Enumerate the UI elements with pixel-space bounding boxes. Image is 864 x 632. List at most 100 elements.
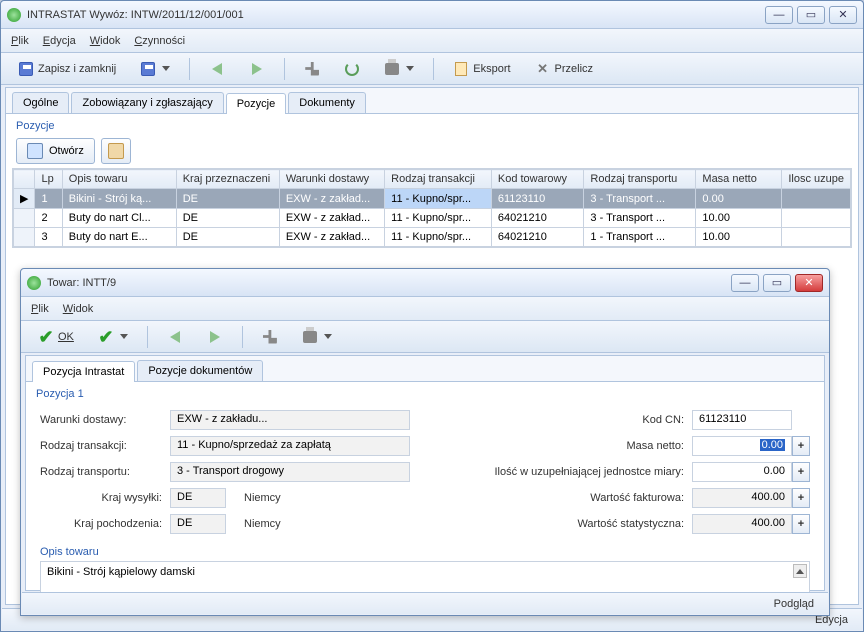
- sub-titlebar[interactable]: Towar: INTT/9 — ▭ ✕: [21, 269, 829, 297]
- grid[interactable]: Lp Opis towaru Kraj przeznaczeni Warunki…: [12, 168, 852, 248]
- open-row-button[interactable]: Otwórz: [16, 138, 95, 164]
- val-masa[interactable]: 0.00: [692, 436, 792, 456]
- main-title: INTRASTAT Wywóz: INTW/2011/12/001/001: [27, 9, 244, 21]
- col-masa[interactable]: Masa netto: [696, 170, 782, 189]
- lbl-rodzaj-transportu: Rodzaj transportu:: [40, 466, 170, 478]
- lbl-faktur: Wartość fakturowa:: [482, 492, 692, 504]
- sub-menu-widok[interactable]: Widok: [63, 303, 94, 315]
- masa-plus-button[interactable]: +: [792, 436, 810, 456]
- ok-dropdown[interactable]: ✔: [89, 325, 137, 349]
- eksport-label: Eksport: [473, 63, 510, 75]
- val-warunki[interactable]: EXW - z zakładu...: [170, 410, 410, 430]
- ilosc-plus-button[interactable]: +: [792, 462, 810, 482]
- open-icon: [27, 143, 43, 159]
- sub-tabs: Pozycja Intrastat Pozycje dokumentów: [26, 356, 824, 382]
- sub-nav-prev[interactable]: [158, 325, 192, 349]
- val-rodzaj-transportu[interactable]: 3 - Transport drogowy: [170, 462, 410, 482]
- note-icon: [108, 143, 124, 159]
- tab-ogolne[interactable]: Ogólne: [12, 92, 69, 113]
- val-stat[interactable]: 400.00: [692, 514, 792, 534]
- lbl-masa: Masa netto:: [482, 440, 692, 452]
- lbl-kraj-wysylki: Kraj wysyłki:: [40, 492, 170, 504]
- sub-print[interactable]: [293, 325, 341, 349]
- disk-icon: [18, 61, 34, 77]
- col-transport[interactable]: Rodzaj transportu: [584, 170, 696, 189]
- ok-button[interactable]: ✔ OK: [29, 325, 83, 349]
- przelicz-label: Przelicz: [555, 63, 594, 75]
- table-row[interactable]: 3Buty do nart E...DEEXW - z zakład...11 …: [14, 228, 851, 247]
- col-lp[interactable]: Lp: [35, 170, 62, 189]
- val-kraj-wysylki-code[interactable]: DE: [170, 488, 226, 508]
- main-titlebar[interactable]: INTRASTAT Wywóz: INTW/2011/12/001/001 — …: [1, 1, 863, 29]
- lbl-warunki: Warunki dostawy:: [40, 414, 170, 426]
- tab-zobowiazany[interactable]: Zobowiązany i zgłaszający: [71, 92, 223, 113]
- main-toolbar: Zapisz i zamknij Eksport ✕ Przelicz: [1, 53, 863, 85]
- stat-plus-button[interactable]: +: [792, 514, 810, 534]
- main-tabs: Ogólne Zobowiązany i zgłaszający Pozycje…: [6, 88, 858, 114]
- check-icon: ✔: [38, 329, 54, 345]
- sub-close-button[interactable]: ✕: [795, 274, 823, 292]
- val-rodzaj-trans[interactable]: 11 - Kupno/sprzedaż za zapłatą: [170, 436, 410, 456]
- table-row[interactable]: ▶1Bikini - Strój ką...DEEXW - z zakład..…: [14, 189, 851, 209]
- nav-next-button[interactable]: [240, 57, 274, 81]
- app-icon: [7, 8, 21, 22]
- sub-menu-plik[interactable]: Plik: [31, 303, 49, 315]
- grid-extra-button[interactable]: [101, 138, 131, 164]
- tab-pozycje[interactable]: Pozycje: [226, 93, 287, 114]
- menu-edycja[interactable]: Edycja: [43, 35, 76, 47]
- val-kraj-pochodzenia-name: Niemcy: [232, 518, 281, 530]
- opis-scroll-up[interactable]: [793, 564, 807, 578]
- przelicz-icon: ✕: [535, 61, 551, 77]
- faktur-plus-button[interactable]: +: [792, 488, 810, 508]
- col-kraj[interactable]: Kraj przeznaczeni: [176, 170, 279, 189]
- menu-czynnosci[interactable]: Czynności: [134, 35, 185, 47]
- val-kodcn[interactable]: 61123110: [692, 410, 792, 430]
- eksport-button[interactable]: Eksport: [444, 57, 519, 81]
- maximize-button[interactable]: ▭: [797, 6, 825, 24]
- sub-minimize-button[interactable]: —: [731, 274, 759, 292]
- lbl-rodzaj-trans: Rodzaj transakcji:: [40, 440, 170, 452]
- tab-pozycja-intrastat[interactable]: Pozycja Intrastat: [32, 361, 135, 382]
- val-kraj-wysylki-name: Niemcy: [232, 492, 281, 504]
- sub-status-text: Podgląd: [774, 598, 814, 610]
- sub-app-icon: [27, 276, 41, 290]
- sub-maximize-button[interactable]: ▭: [763, 274, 791, 292]
- ok-label: OK: [58, 331, 74, 343]
- przelicz-button[interactable]: ✕ Przelicz: [526, 57, 603, 81]
- lbl-stat: Wartość statystyczna:: [482, 518, 692, 530]
- menu-widok[interactable]: Widok: [90, 35, 121, 47]
- sub-title: Towar: INTT/9: [47, 277, 116, 289]
- refresh-button[interactable]: [335, 57, 369, 81]
- minimize-button[interactable]: —: [765, 6, 793, 24]
- val-kraj-pochodzenia-code[interactable]: DE: [170, 514, 226, 534]
- tools-button[interactable]: [295, 57, 329, 81]
- val-ilosc[interactable]: 0.00: [692, 462, 792, 482]
- save-close-label: Zapisz i zamknij: [38, 63, 116, 75]
- print-button[interactable]: [375, 57, 423, 81]
- sub-client: Pozycja Intrastat Pozycje dokumentów Poz…: [25, 355, 825, 591]
- save-button[interactable]: [131, 57, 179, 81]
- sub-tools[interactable]: [253, 325, 287, 349]
- col-rodzaj[interactable]: Rodzaj transakcji: [385, 170, 492, 189]
- col-opis[interactable]: Opis towaru: [62, 170, 176, 189]
- lbl-kraj-pochodzenia: Kraj pochodzenia:: [40, 518, 170, 530]
- val-faktur[interactable]: 400.00: [692, 488, 792, 508]
- sub-window: Towar: INTT/9 — ▭ ✕ Plik Widok ✔ OK ✔ Po…: [20, 268, 830, 616]
- grid-header-row[interactable]: Lp Opis towaru Kraj przeznaczeni Warunki…: [14, 170, 851, 189]
- lbl-opis: Opis towaru: [40, 546, 810, 561]
- open-row-label: Otwórz: [49, 145, 84, 157]
- save-close-button[interactable]: Zapisz i zamknij: [9, 57, 125, 81]
- lbl-kodcn: Kod CN:: [482, 414, 692, 426]
- col-ilosc[interactable]: Ilosc uzupe: [782, 170, 851, 189]
- book-icon: [453, 61, 469, 77]
- col-kod[interactable]: Kod towarowy: [491, 170, 584, 189]
- nav-prev-button[interactable]: [200, 57, 234, 81]
- col-warunki[interactable]: Warunki dostawy: [279, 170, 384, 189]
- close-button[interactable]: ✕: [829, 6, 857, 24]
- menu-plik[interactable]: Plik: [11, 35, 29, 47]
- table-row[interactable]: 2Buty do nart Cl...DEEXW - z zakład...11…: [14, 209, 851, 228]
- sub-nav-next[interactable]: [198, 325, 232, 349]
- tab-dokumenty[interactable]: Dokumenty: [288, 92, 366, 113]
- tab-pozycje-dokumentow[interactable]: Pozycje dokumentów: [137, 360, 263, 381]
- sub-section-title: Pozycja 1: [26, 382, 824, 402]
